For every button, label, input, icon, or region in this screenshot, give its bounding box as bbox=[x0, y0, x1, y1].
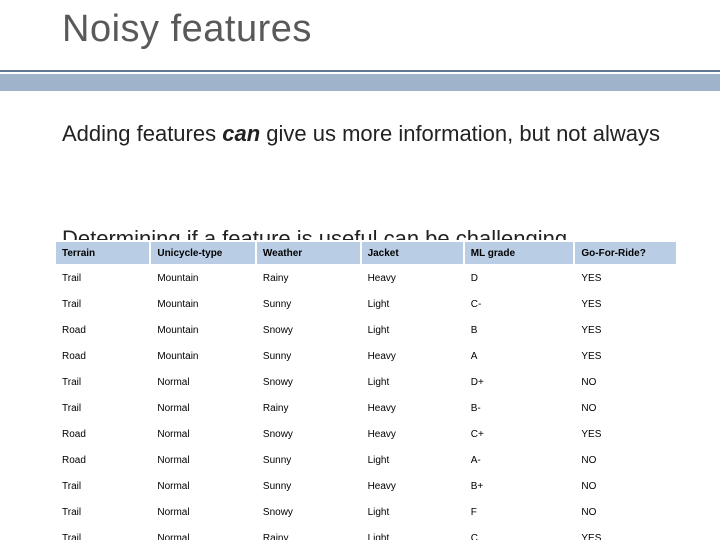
rule-thick bbox=[0, 74, 720, 91]
table-row: TrailMountainSunnyLightC-YES bbox=[55, 291, 677, 317]
col-mlgrade: ML grade bbox=[464, 241, 575, 265]
col-unicycle: Unicycle-type bbox=[150, 241, 256, 265]
table-cell: NO bbox=[574, 395, 677, 421]
table-cell: Light bbox=[361, 525, 464, 540]
table-cell: C- bbox=[464, 291, 575, 317]
table-cell: D+ bbox=[464, 369, 575, 395]
table-row: RoadMountainSunnyHeavyAYES bbox=[55, 343, 677, 369]
table-cell: NO bbox=[574, 369, 677, 395]
table-cell: Sunny bbox=[256, 473, 361, 499]
table-cell: YES bbox=[574, 343, 677, 369]
table-cell: YES bbox=[574, 525, 677, 540]
table-cell: A- bbox=[464, 447, 575, 473]
table-cell: Snowy bbox=[256, 317, 361, 343]
table-cell: Snowy bbox=[256, 421, 361, 447]
table-cell: Trail bbox=[55, 265, 150, 291]
table-cell: Normal bbox=[150, 369, 256, 395]
table-row: TrailNormalSnowyLightFNO bbox=[55, 499, 677, 525]
col-weather: Weather bbox=[256, 241, 361, 265]
table-cell: Heavy bbox=[361, 421, 464, 447]
table-cell: Snowy bbox=[256, 369, 361, 395]
table-cell: YES bbox=[574, 265, 677, 291]
table-cell: YES bbox=[574, 317, 677, 343]
table-cell: Rainy bbox=[256, 395, 361, 421]
body1-post: give us more information, but not always bbox=[260, 121, 660, 146]
table-cell: A bbox=[464, 343, 575, 369]
slide: Noisy features Adding features can give … bbox=[0, 0, 720, 540]
table-row: TrailNormalSunnyHeavyB+NO bbox=[55, 473, 677, 499]
table-cell: Road bbox=[55, 343, 150, 369]
table-cell: Normal bbox=[150, 421, 256, 447]
table-cell: Normal bbox=[150, 395, 256, 421]
table-cell: Normal bbox=[150, 447, 256, 473]
table-cell: Road bbox=[55, 421, 150, 447]
title-rule bbox=[0, 70, 720, 91]
table-cell: Heavy bbox=[361, 265, 464, 291]
table-cell: NO bbox=[574, 473, 677, 499]
table-cell: Mountain bbox=[150, 291, 256, 317]
table-cell: Light bbox=[361, 499, 464, 525]
table-cell: Trail bbox=[55, 473, 150, 499]
table-cell: Trail bbox=[55, 369, 150, 395]
table-cell: B+ bbox=[464, 473, 575, 499]
table-cell: Light bbox=[361, 317, 464, 343]
table-row: RoadNormalSunnyLightA-NO bbox=[55, 447, 677, 473]
table-cell: Mountain bbox=[150, 265, 256, 291]
table-cell: C bbox=[464, 525, 575, 540]
table-cell: Heavy bbox=[361, 473, 464, 499]
table-cell: Trail bbox=[55, 291, 150, 317]
table-row: TrailNormalRainyLightCYES bbox=[55, 525, 677, 540]
table-cell: Sunny bbox=[256, 343, 361, 369]
table-row: RoadMountainSnowyLightBYES bbox=[55, 317, 677, 343]
table-cell: Light bbox=[361, 369, 464, 395]
table-cell: Light bbox=[361, 291, 464, 317]
col-goforride: Go-For-Ride? bbox=[574, 241, 677, 265]
col-terrain: Terrain bbox=[55, 241, 150, 265]
table-cell: Normal bbox=[150, 473, 256, 499]
table-cell: Normal bbox=[150, 499, 256, 525]
table-cell: F bbox=[464, 499, 575, 525]
table-cell: Normal bbox=[150, 525, 256, 540]
table-cell: YES bbox=[574, 421, 677, 447]
table-cell: Snowy bbox=[256, 499, 361, 525]
table-cell: B bbox=[464, 317, 575, 343]
table-cell: Trail bbox=[55, 525, 150, 540]
table-cell: Road bbox=[55, 447, 150, 473]
table-cell: Rainy bbox=[256, 265, 361, 291]
table-header-row: Terrain Unicycle-type Weather Jacket ML … bbox=[55, 241, 677, 265]
data-table: Terrain Unicycle-type Weather Jacket ML … bbox=[54, 240, 678, 540]
table-cell: Trail bbox=[55, 395, 150, 421]
table-cell: NO bbox=[574, 447, 677, 473]
table-cell: YES bbox=[574, 291, 677, 317]
body-text-1: Adding features can give us more informa… bbox=[62, 120, 662, 148]
table-cell: Rainy bbox=[256, 525, 361, 540]
body1-em: can bbox=[222, 121, 260, 146]
table-cell: Mountain bbox=[150, 317, 256, 343]
table-cell: Light bbox=[361, 447, 464, 473]
table-row: TrailNormalSnowyLightD+NO bbox=[55, 369, 677, 395]
table-row: TrailMountainRainyHeavyDYES bbox=[55, 265, 677, 291]
table-cell: Mountain bbox=[150, 343, 256, 369]
table-cell: B- bbox=[464, 395, 575, 421]
body1-pre: Adding features bbox=[62, 121, 222, 146]
table-cell: NO bbox=[574, 499, 677, 525]
table-cell: Trail bbox=[55, 499, 150, 525]
table-cell: Road bbox=[55, 317, 150, 343]
table-cell: Heavy bbox=[361, 343, 464, 369]
table-row: RoadNormalSnowyHeavyC+YES bbox=[55, 421, 677, 447]
table-cell: D bbox=[464, 265, 575, 291]
col-jacket: Jacket bbox=[361, 241, 464, 265]
table-cell: Heavy bbox=[361, 395, 464, 421]
page-title: Noisy features bbox=[62, 8, 312, 51]
table-cell: C+ bbox=[464, 421, 575, 447]
table-body: TrailMountainRainyHeavyDYESTrailMountain… bbox=[55, 265, 677, 540]
rule-thin bbox=[0, 70, 720, 72]
table-cell: Sunny bbox=[256, 447, 361, 473]
table-cell: Sunny bbox=[256, 291, 361, 317]
table-row: TrailNormalRainyHeavyB-NO bbox=[55, 395, 677, 421]
